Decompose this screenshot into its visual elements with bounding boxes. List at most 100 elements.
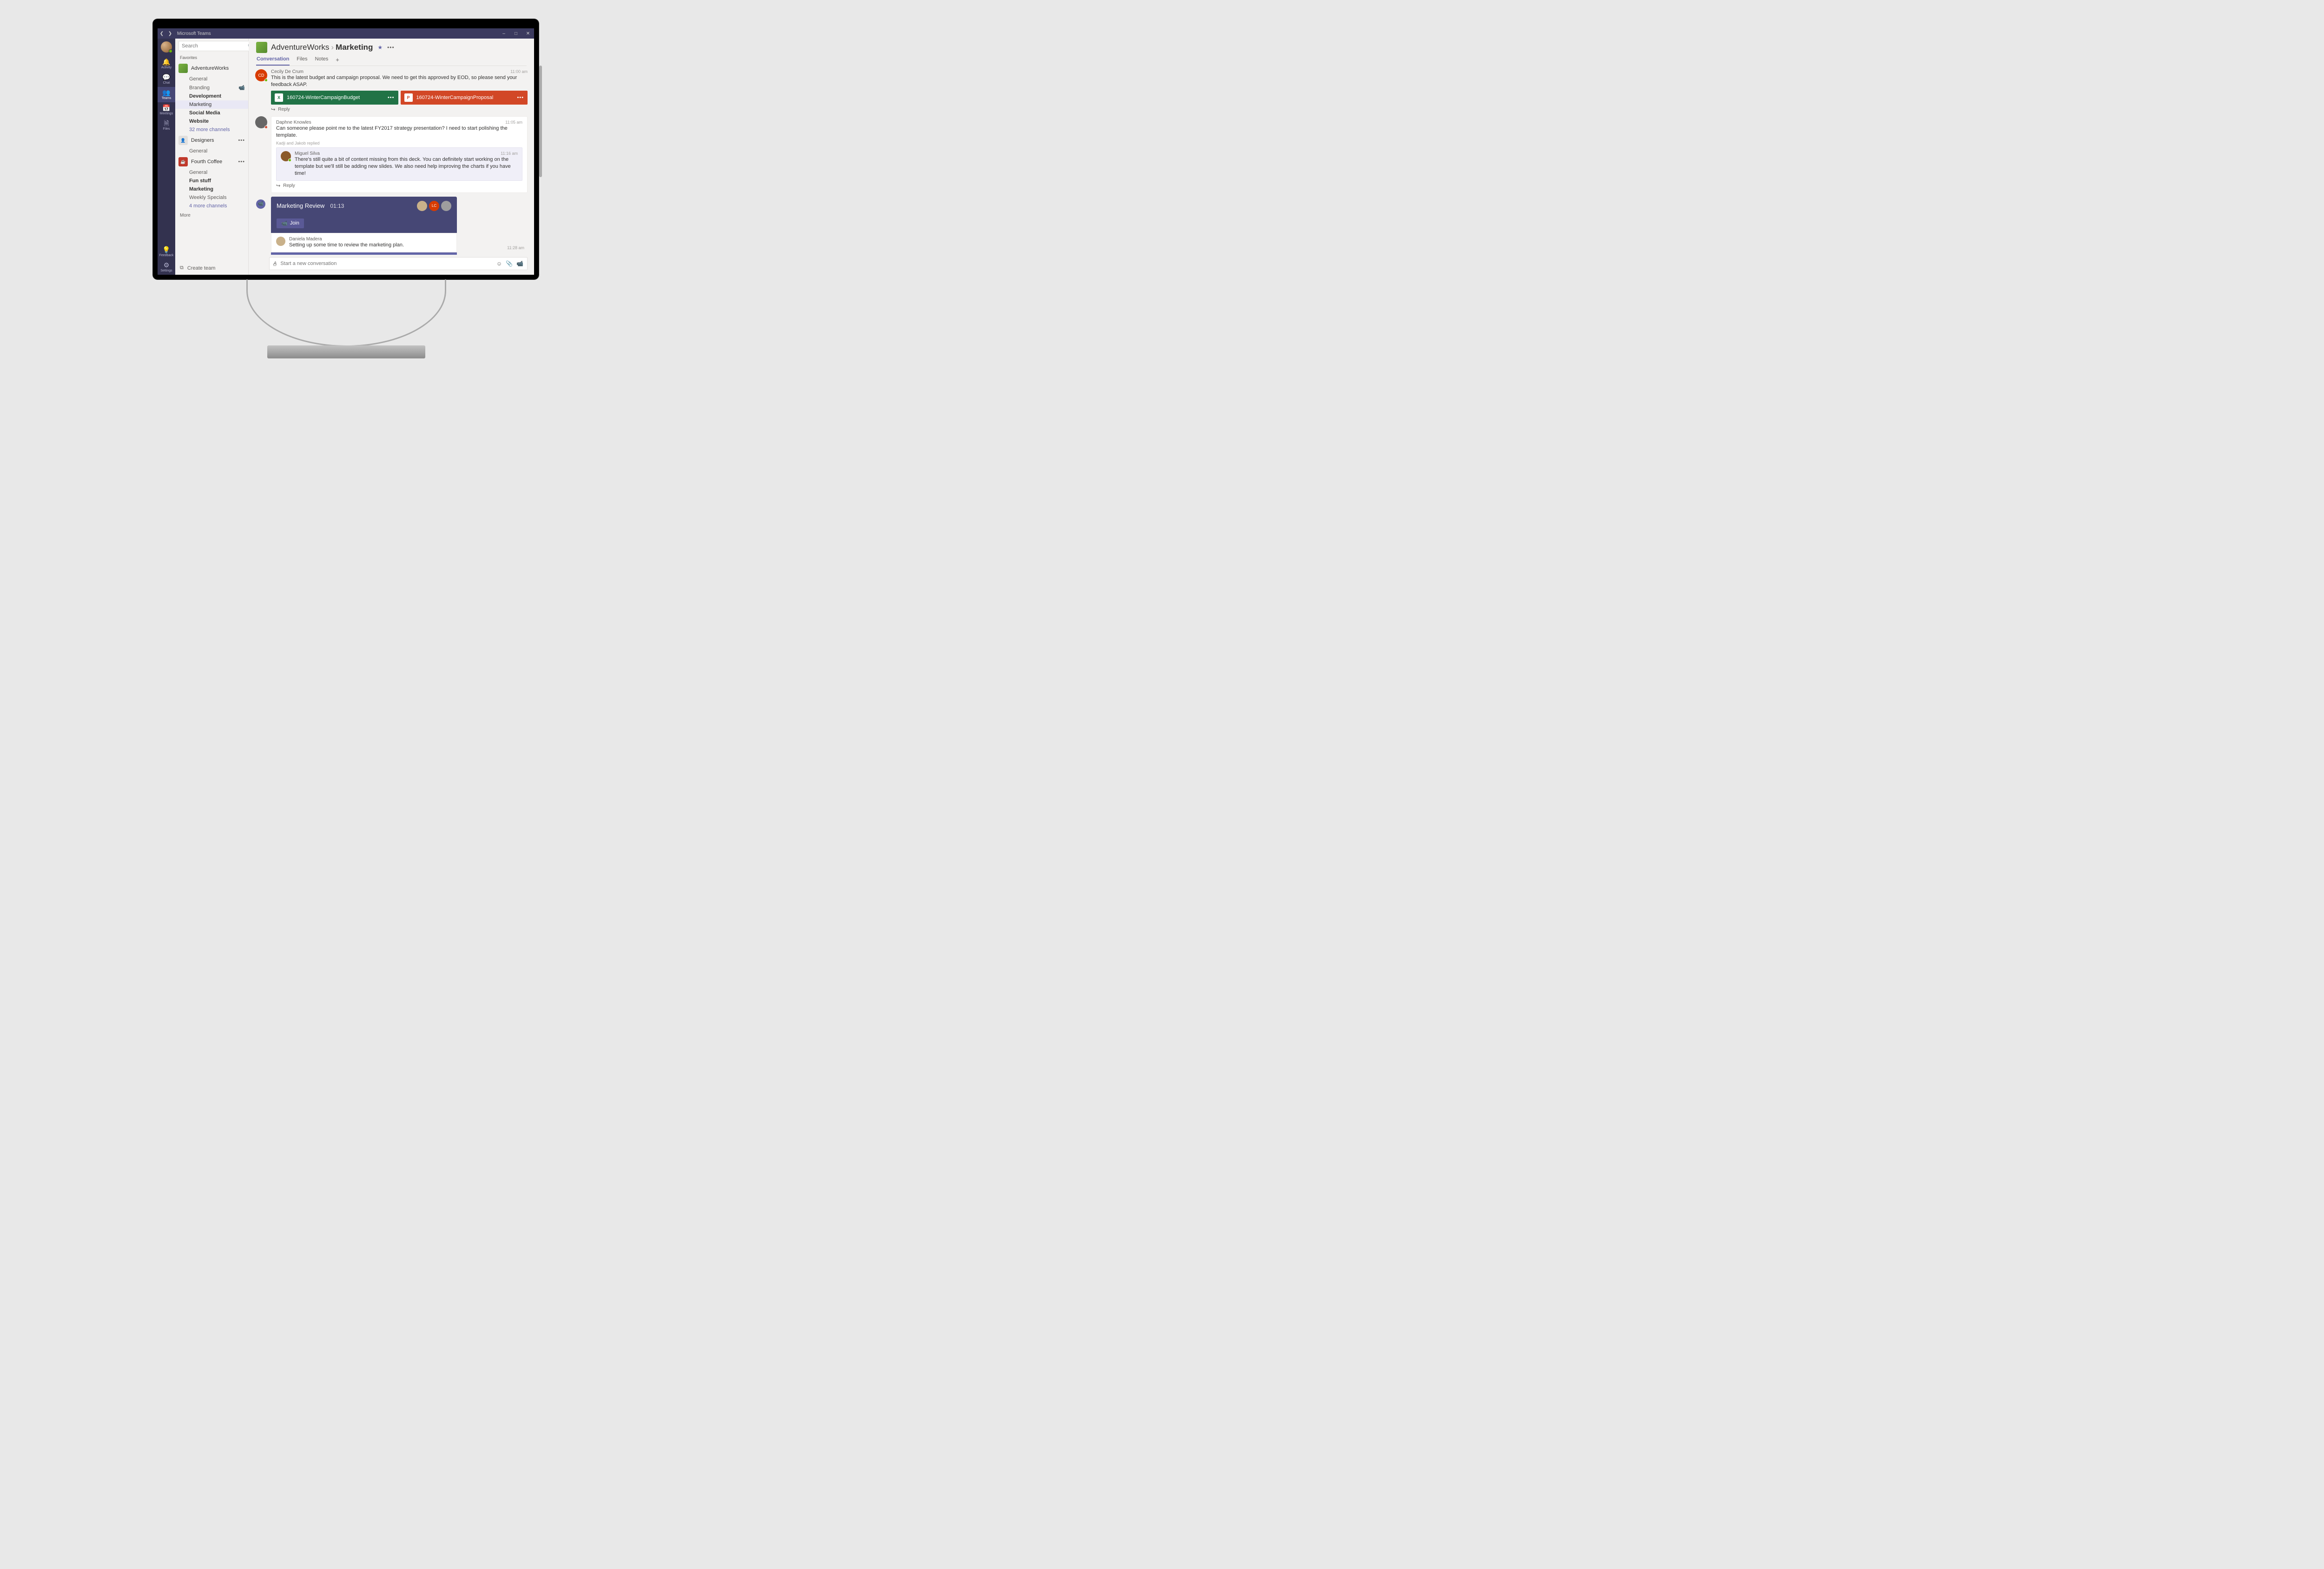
author: Cecily De Crum	[271, 69, 304, 74]
rail-feedback[interactable]: 💡Feedback	[159, 244, 174, 259]
window-max-button[interactable]: □	[510, 31, 522, 36]
composer-input[interactable]	[280, 261, 492, 266]
teams-icon: 👥	[162, 89, 170, 96]
nav-back-button[interactable]: ❮	[158, 31, 166, 36]
composer[interactable]: A̲ ☺ 📎 📹	[269, 257, 528, 270]
channel-fun-stuff[interactable]: Fun stuff	[175, 177, 248, 185]
message-text: There's still quite a bit of content mis…	[295, 156, 518, 177]
camera-icon: 📹	[238, 85, 245, 91]
channel-marketing[interactable]: Marketing	[175, 100, 248, 109]
message-text: Can someone please point me to the lates…	[276, 125, 522, 139]
team-designers[interactable]: 👤 Designers •••	[175, 134, 248, 147]
tab-add-button[interactable]: +	[335, 56, 340, 66]
channel-branding[interactable]: Branding📹	[175, 83, 248, 92]
author: Daniela Madera	[289, 237, 322, 242]
tab-notes[interactable]: Notes	[315, 56, 329, 66]
message: CD Cecily De Crum11:00 am This is the la…	[255, 69, 528, 113]
create-team-button[interactable]: ⧉ Create team	[175, 261, 248, 275]
emoji-button[interactable]: ☺	[496, 260, 502, 267]
attachment-more[interactable]: •••	[517, 95, 524, 100]
reply-button[interactable]: ↩Reply	[276, 183, 522, 189]
app-title: Microsoft Teams	[177, 31, 211, 36]
attachment-excel[interactable]: X 160724-WinterCampaignBudget •••	[271, 91, 398, 105]
join-meeting-button[interactable]: 📹Join	[277, 218, 304, 228]
channel-website[interactable]: Website	[175, 117, 248, 126]
team-more-button[interactable]: •••	[238, 159, 245, 165]
camera-badge-icon: 📹	[256, 199, 265, 209]
reply-button[interactable]: ↩Reply	[271, 106, 528, 113]
rail-activity[interactable]: 🔔Activity	[158, 56, 175, 72]
channel-weekly-specials[interactable]: Weekly Specials	[175, 193, 248, 202]
calendar-icon: 📅	[162, 105, 170, 111]
user-avatar[interactable]	[161, 41, 172, 53]
presence-dot	[264, 126, 268, 129]
rail-settings[interactable]: ⚙Settings	[160, 259, 172, 275]
more-teams[interactable]: More	[175, 210, 248, 221]
breadcrumb-parent[interactable]: AdventureWorks	[271, 43, 329, 52]
team-icon	[256, 42, 267, 53]
main-pane: AdventureWorks › Marketing ★ ••• Convers…	[249, 39, 534, 275]
excel-icon: X	[275, 93, 283, 102]
favorite-button[interactable]: ★	[377, 44, 383, 51]
channel-more-fc[interactable]: 4 more channels	[175, 202, 248, 210]
device-stand	[242, 279, 451, 358]
message-thread: Daphne Knowles11:05 am Can someone pleas…	[255, 116, 528, 193]
attach-button[interactable]: 📎	[506, 260, 513, 267]
presence-dot	[288, 159, 291, 162]
participant-avatar[interactable]: LC	[429, 201, 439, 211]
message-text: Setting up some time to review the marke…	[289, 242, 452, 249]
team-icon: ☕	[178, 157, 188, 166]
window-min-button[interactable]: –	[498, 31, 510, 36]
search-input-wrap[interactable]: 🔍	[178, 41, 257, 51]
ppt-icon: P	[404, 93, 413, 102]
channel-development[interactable]: Development	[175, 92, 248, 100]
team-fourth-coffee[interactable]: ☕ Fourth Coffee •••	[175, 155, 248, 168]
team-more-button[interactable]: •••	[238, 138, 245, 143]
team-adventureworks[interactable]: AdventureWorks	[175, 62, 248, 75]
app-window: ❮ ❯ Microsoft Teams – □ ✕ 🔔Activity 💬Cha…	[158, 28, 534, 275]
rail-meetings[interactable]: 📅Meetings	[158, 102, 175, 118]
nav-rail: 🔔Activity 💬Chat 👥Teams 📅Meetings 🗎Files …	[158, 39, 175, 275]
video-icon: 📹	[281, 220, 288, 226]
tab-files[interactable]: Files	[296, 56, 308, 66]
timestamp: 11:16 am	[501, 151, 518, 156]
team-icon: 👤	[178, 136, 188, 145]
team-icon	[178, 64, 188, 73]
sidebar: 🔍 ✎ Favorites AdventureWorks General Bra…	[175, 39, 249, 275]
avatar	[276, 237, 285, 246]
meeting-duration: 01:13	[330, 203, 344, 209]
rail-files[interactable]: 🗎Files	[158, 118, 175, 133]
tab-conversation[interactable]: Conversation	[256, 56, 290, 66]
header-more-button[interactable]: •••	[387, 44, 395, 51]
timestamp: 11:28 am	[507, 245, 524, 250]
channel-general[interactable]: General	[175, 147, 248, 155]
create-team-icon: ⧉	[180, 265, 184, 271]
channel-general[interactable]: General	[175, 75, 248, 83]
chat-icon: 💬	[162, 74, 170, 80]
search-input[interactable]	[182, 43, 248, 49]
rail-chat[interactable]: 💬Chat	[158, 72, 175, 87]
nav-forward-button[interactable]: ❯	[166, 31, 174, 36]
gear-icon: ⚙	[164, 262, 170, 268]
tabs: Conversation Files Notes +	[256, 56, 527, 66]
channel-general[interactable]: General	[175, 168, 248, 177]
meeting-title: Marketing Review	[277, 202, 324, 209]
replied-summary[interactable]: Kadji and Jakob replied	[276, 141, 522, 146]
window-close-button[interactable]: ✕	[522, 31, 534, 36]
channel-marketing-fc[interactable]: Marketing	[175, 185, 248, 193]
avatar	[281, 151, 291, 161]
attachment-more[interactable]: •••	[388, 95, 395, 100]
participant-avatar[interactable]	[441, 201, 451, 211]
meet-now-button[interactable]: 📹	[516, 260, 523, 267]
favorites-label: Favorites	[175, 53, 248, 62]
participant-avatar[interactable]	[417, 201, 427, 211]
author: Miguel Silva	[295, 151, 320, 156]
attachment-powerpoint[interactable]: P 160724-WinterCampaignProposal •••	[401, 91, 528, 105]
timestamp: 11:05 am	[505, 120, 522, 125]
channel-social-media[interactable]: Social Media	[175, 109, 248, 117]
rail-teams[interactable]: 👥Teams	[158, 87, 175, 102]
format-button[interactable]: A̲	[273, 261, 277, 266]
timestamp: 11:00 am	[510, 69, 528, 74]
channel-more-aw[interactable]: 32 more channels	[175, 126, 248, 134]
scheduled-meeting-card[interactable]: 📅 Marketing review Thursday, 15th @ 10:3…	[271, 252, 457, 255]
